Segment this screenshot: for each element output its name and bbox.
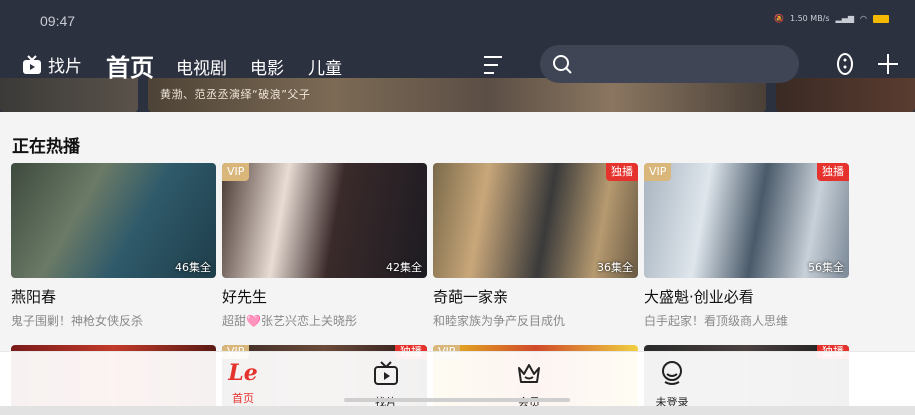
silent-icon: 🔕 xyxy=(773,14,784,23)
video-title[interactable]: 燕阳春 xyxy=(11,286,216,307)
video-subtitle: 和睦家族为争产反目成仇 xyxy=(433,314,566,328)
episode-count: 36集全 xyxy=(597,261,633,274)
exclusive-badge: 独播 xyxy=(606,163,638,181)
film-icon xyxy=(23,54,41,74)
section-title: 正在热播 xyxy=(12,137,80,157)
vip-badge: VIP xyxy=(222,163,250,181)
video-subtitle: 鬼子围剿！神枪女侠反杀 xyxy=(11,314,144,328)
status-time: 09:47 xyxy=(40,13,76,29)
category-menu-icon[interactable] xyxy=(482,54,504,76)
episode-count: 42集全 xyxy=(386,261,422,274)
video-title[interactable]: 奇葩一家亲 xyxy=(433,286,638,307)
search-input[interactable] xyxy=(582,53,782,75)
video-card[interactable]: 46集全 燕阳春 鬼子围剿！神枪女侠反杀 xyxy=(11,163,216,329)
video-thumbnail[interactable]: 46集全 xyxy=(11,163,216,278)
film-icon xyxy=(374,361,398,385)
bottom-tab-home[interactable]: Le 首页 xyxy=(213,360,273,406)
video-card[interactable]: VIP 独播 56集全 大盛魁·创业必看 白手起家！看顶级商人思维 xyxy=(644,163,849,329)
tab-tv-series[interactable]: 电视剧 xyxy=(176,54,227,79)
crown-icon xyxy=(518,364,540,383)
bottom-strip xyxy=(0,406,915,415)
video-card[interactable]: VIP 42集全 好先生 超甜🩷张艺兴恋上关晓彤 xyxy=(222,163,427,329)
find-film-button[interactable]: 找片 xyxy=(22,52,82,77)
plus-icon[interactable] xyxy=(876,52,900,76)
video-card[interactable]: 独播 36集全 奇葩一家亲 和睦家族为争产反目成仇 xyxy=(433,163,638,329)
bottom-tab-home-label: 首页 xyxy=(232,392,254,405)
video-subtitle: 超甜🩷张艺兴恋上关晓彤 xyxy=(222,314,357,328)
video-thumbnail[interactable]: 独播 36集全 xyxy=(433,163,638,278)
wifi-icon: ◠ xyxy=(860,14,867,23)
exclusive-badge: 独播 xyxy=(817,163,849,181)
vip-badge: VIP xyxy=(644,163,672,181)
gamepad-icon[interactable] xyxy=(835,52,855,76)
battery-icon xyxy=(873,14,889,23)
tab-home[interactable]: 首页 xyxy=(106,48,154,83)
bottom-tab-find[interactable]: 找片 xyxy=(356,360,416,410)
episode-count: 56集全 xyxy=(808,261,844,274)
tab-kids[interactable]: 儿童 xyxy=(308,54,342,79)
video-thumbnail[interactable]: VIP 独播 56集全 xyxy=(644,163,849,278)
bottom-tab-member[interactable]: 会员 xyxy=(499,360,559,410)
video-title[interactable]: 大盛魁·创业必看 xyxy=(644,286,849,307)
bottom-tab-login[interactable]: 未登录 xyxy=(642,360,702,410)
tab-movies[interactable]: 电影 xyxy=(250,54,284,79)
user-icon xyxy=(662,361,682,385)
signal-icon: ▂▄▆ xyxy=(835,14,855,23)
network-speed: 1.50 MB/s xyxy=(789,14,830,23)
episode-count: 46集全 xyxy=(175,261,211,274)
search-icon xyxy=(553,55,572,74)
video-subtitle: 白手起家！看顶级商人思维 xyxy=(644,314,789,328)
le-logo-icon: Le xyxy=(228,360,258,386)
find-film-label: 找片 xyxy=(48,57,82,77)
top-nav: 找片 首页 电视剧 电影 儿童 xyxy=(0,44,915,84)
top-header: 黄渤、范丞丞演绎“破浪”父子 09:47 🔕 1.50 MB/s ▂▄▆ ◠ 找… xyxy=(0,0,915,112)
video-thumbnail[interactable]: VIP 42集全 xyxy=(222,163,427,278)
video-title[interactable]: 好先生 xyxy=(222,286,427,307)
search-box[interactable] xyxy=(540,45,799,83)
banner-caption: 黄渤、范丞丞演绎“破浪”父子 xyxy=(160,88,311,101)
home-indicator[interactable] xyxy=(344,398,570,402)
status-bar-icons: 🔕 1.50 MB/s ▂▄▆ ◠ xyxy=(774,14,889,23)
